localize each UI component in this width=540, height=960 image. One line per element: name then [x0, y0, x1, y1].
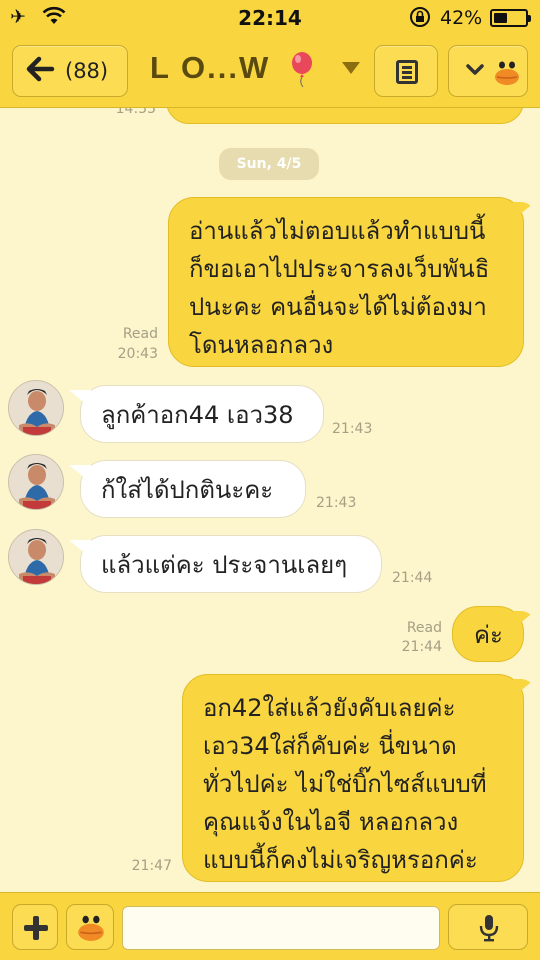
avatar[interactable] — [8, 454, 64, 510]
bubble-tail — [513, 611, 535, 629]
back-arrow-icon — [25, 54, 55, 90]
message-time: 14:35 — [115, 108, 156, 117]
bubble-tail — [69, 390, 91, 408]
message-time: 21:47 — [131, 858, 172, 874]
chat-header: (88) L O...W — [0, 36, 540, 108]
message-time: 21:44 — [401, 639, 442, 655]
attach-button[interactable] — [12, 904, 58, 950]
sticker-menu-button[interactable] — [448, 45, 528, 97]
chat-area[interactable]: 14:35 Sun, 4/5 อ่านแล้วไม่ตอบแล้วทำแบบนี… — [0, 108, 540, 892]
message-text: แล้วแต่คะ ประจานเลยๆ — [101, 551, 348, 579]
avatar-image — [9, 455, 63, 509]
message-text: ก้ใส่ได้ปกตินะคะ — [101, 476, 274, 504]
avatar-image — [9, 381, 63, 435]
read-receipt: Read — [406, 620, 442, 636]
chevron-down-icon — [465, 59, 485, 84]
message-time: 21:44 — [392, 570, 433, 586]
avatar[interactable] — [8, 529, 64, 585]
sticker-face-icon — [78, 915, 104, 941]
message-bubble-sent[interactable]: อก42ใส่แล้วยังคับเลยค่ะ เอว34ใส่ก็คับค่ะ… — [182, 674, 535, 882]
bubble-tail — [69, 465, 91, 483]
message-input[interactable] — [122, 906, 440, 950]
menu-icon — [396, 60, 418, 84]
message-bubble-received[interactable]: แล้วแต่คะ ประจานเลยๆ — [69, 535, 382, 593]
microphone-icon — [479, 915, 499, 942]
message-text: อ่านแล้วไม่ตอบแล้วทำแบบนี้ ก็ขอเอาไปประจ… — [189, 217, 490, 359]
message-bubble-sent[interactable]: ค่ะ — [452, 606, 535, 662]
title-dropdown-icon[interactable] — [342, 62, 360, 74]
message-bubble-received[interactable]: ลูกค้าอก44 เอว38 — [69, 385, 324, 443]
bubble-tail — [513, 202, 535, 220]
sticker-face-icon — [495, 61, 519, 85]
plus-icon — [24, 916, 48, 940]
sticker-button[interactable] — [66, 904, 114, 950]
menu-button[interactable] — [374, 45, 438, 97]
rotation-lock-icon — [410, 7, 430, 27]
partial-message-bubble[interactable] — [166, 108, 524, 124]
avatar-image — [9, 530, 63, 584]
read-receipt: Read — [122, 326, 158, 342]
message-time: 20:43 — [117, 346, 158, 362]
chat-title[interactable]: L O...W — [150, 50, 270, 86]
voice-button[interactable] — [448, 904, 528, 950]
date-separator: Sun, 4/5 — [219, 148, 319, 180]
message-bubble-received[interactable]: ก้ใส่ได้ปกตินะคะ — [69, 460, 306, 518]
battery-percent: 42% — [440, 7, 483, 29]
message-text: ลูกค้าอก44 เอว38 — [101, 401, 294, 429]
back-button[interactable]: (88) — [12, 45, 128, 97]
message-time: 21:43 — [316, 495, 357, 511]
battery-icon — [490, 9, 531, 27]
message-text: อก42ใส่แล้วยังคับเลยค่ะ เอว34ใส่ก็คับค่ะ… — [203, 694, 487, 874]
message-bubble-sent[interactable]: อ่านแล้วไม่ตอบแล้วทำแบบนี้ ก็ขอเอาไปประจ… — [168, 197, 535, 367]
balloon-icon — [292, 52, 312, 88]
bubble-tail — [69, 540, 91, 558]
message-input-bar — [0, 892, 540, 960]
unread-count: (88) — [65, 59, 109, 83]
message-time: 21:43 — [332, 421, 373, 437]
avatar[interactable] — [8, 380, 64, 436]
status-bar: ✈ 22:14 42% — [0, 0, 540, 36]
bubble-tail — [513, 679, 535, 697]
